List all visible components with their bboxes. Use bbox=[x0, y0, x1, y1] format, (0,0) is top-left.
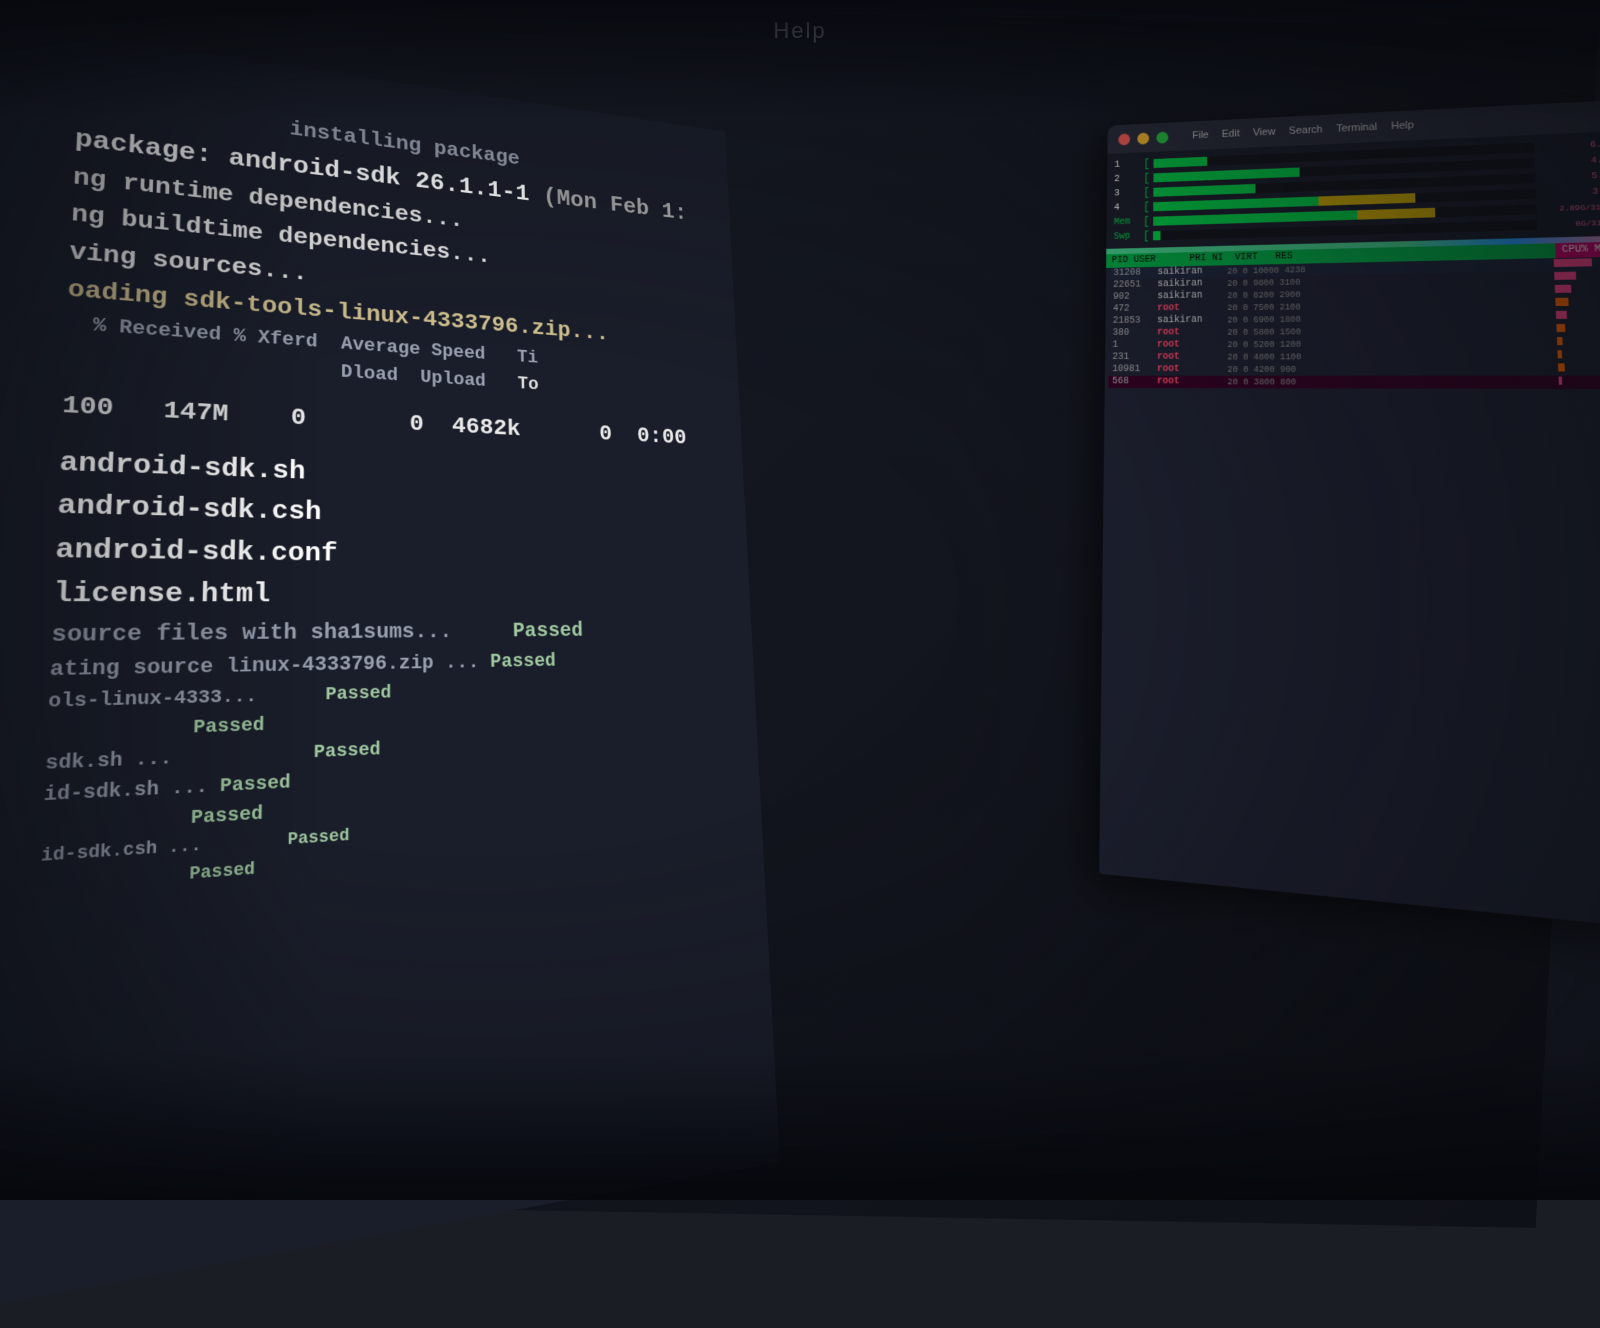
menu-file[interactable]: File bbox=[1187, 129, 1215, 141]
proc-bar bbox=[1554, 271, 1600, 283]
process-table: 31208 saikiran 20 0 10000 4238 22651 sai… bbox=[1105, 257, 1600, 389]
proc-nums: 20 0 5800 1500 bbox=[1227, 325, 1552, 338]
menu-help[interactable]: Help bbox=[1385, 119, 1420, 132]
proc-pid: 22651 bbox=[1113, 280, 1154, 291]
left-terminal-panel: installing package package: android-sdk … bbox=[0, 17, 780, 1326]
proc-user: saikiran bbox=[1157, 266, 1223, 278]
proc-pid: 380 bbox=[1113, 328, 1154, 339]
menu-view[interactable]: View bbox=[1247, 126, 1281, 139]
proc-bar bbox=[1559, 377, 1600, 388]
table-row: 568 root 20 0 3800 800 bbox=[1108, 376, 1600, 389]
proc-user: saikiran bbox=[1157, 315, 1223, 326]
cpu-label-4: 4 bbox=[1114, 202, 1140, 213]
window-menu-bar: File Edit View Search Terminal Help bbox=[1187, 119, 1420, 141]
right-terminal-window: File Edit View Search Terminal Help 1 [ … bbox=[1099, 100, 1600, 929]
proc-user: saikiran bbox=[1157, 278, 1223, 289]
menu-search[interactable]: Search bbox=[1283, 124, 1328, 137]
proc-pid: 21853 bbox=[1113, 316, 1154, 327]
proc-pid: 10981 bbox=[1112, 364, 1153, 374]
menu-terminal[interactable]: Terminal bbox=[1330, 121, 1383, 135]
proc-nums: 20 0 4800 1100 bbox=[1227, 351, 1553, 362]
mem-value: 2.89G/31.4G bbox=[1541, 202, 1600, 213]
proc-bar bbox=[1557, 337, 1600, 349]
proc-bar bbox=[1555, 284, 1600, 296]
swp-label: Swp bbox=[1114, 231, 1140, 242]
menu-edit[interactable]: Edit bbox=[1216, 128, 1245, 140]
minimize-button[interactable] bbox=[1137, 132, 1149, 144]
proc-nums: 20 0 5200 1200 bbox=[1227, 338, 1553, 350]
proc-header-right: CPU% MEM% bbox=[1555, 242, 1600, 259]
proc-user: root bbox=[1157, 352, 1224, 363]
cpu-label-1: 1 bbox=[1114, 159, 1139, 170]
proc-user: root bbox=[1157, 340, 1223, 351]
proc-user: saikiran bbox=[1157, 291, 1223, 302]
proc-pid: 902 bbox=[1113, 292, 1154, 303]
proc-pid: 472 bbox=[1113, 304, 1154, 315]
proc-nums: 20 0 4200 900 bbox=[1227, 364, 1554, 374]
proc-user: root bbox=[1157, 364, 1224, 375]
proc-pid: 231 bbox=[1112, 352, 1153, 362]
proc-bar bbox=[1556, 310, 1600, 322]
cpu-value-1: 6.0] bbox=[1538, 139, 1600, 152]
proc-pid: 1 bbox=[1113, 340, 1154, 351]
proc-user: root bbox=[1157, 303, 1223, 314]
mem-label: Mem bbox=[1114, 217, 1140, 228]
swp-value: 0G/31.4G bbox=[1541, 218, 1600, 229]
help-menu-hint: Help bbox=[773, 18, 826, 44]
proc-pid: 31208 bbox=[1113, 268, 1154, 279]
proc-nums: 20 0 3800 800 bbox=[1227, 377, 1554, 387]
cpu-value-4: 3.8] bbox=[1540, 186, 1600, 198]
proc-user: root bbox=[1157, 327, 1223, 338]
cpu-label-2: 2 bbox=[1114, 173, 1139, 184]
cpu-value-3: 5.3] bbox=[1539, 170, 1600, 183]
proc-bar bbox=[1558, 363, 1600, 374]
cpu-label-3: 3 bbox=[1114, 188, 1140, 199]
table-row: 231 root 20 0 4800 1100 bbox=[1109, 349, 1600, 364]
table-row: 10981 root 20 0 4200 900 bbox=[1109, 362, 1600, 376]
proc-bar bbox=[1556, 323, 1600, 335]
proc-bar bbox=[1555, 297, 1600, 309]
proc-pid: 568 bbox=[1112, 377, 1153, 387]
close-button[interactable] bbox=[1118, 133, 1130, 145]
term-line-license: license.html bbox=[52, 573, 707, 618]
cpu-value-2: 4.1] bbox=[1539, 155, 1600, 168]
proc-bar bbox=[1554, 258, 1600, 270]
proc-bar bbox=[1557, 350, 1600, 361]
proc-user: root bbox=[1157, 377, 1224, 388]
maximize-button[interactable] bbox=[1156, 131, 1168, 143]
screen: Help installing package package: android… bbox=[0, 0, 1600, 1200]
